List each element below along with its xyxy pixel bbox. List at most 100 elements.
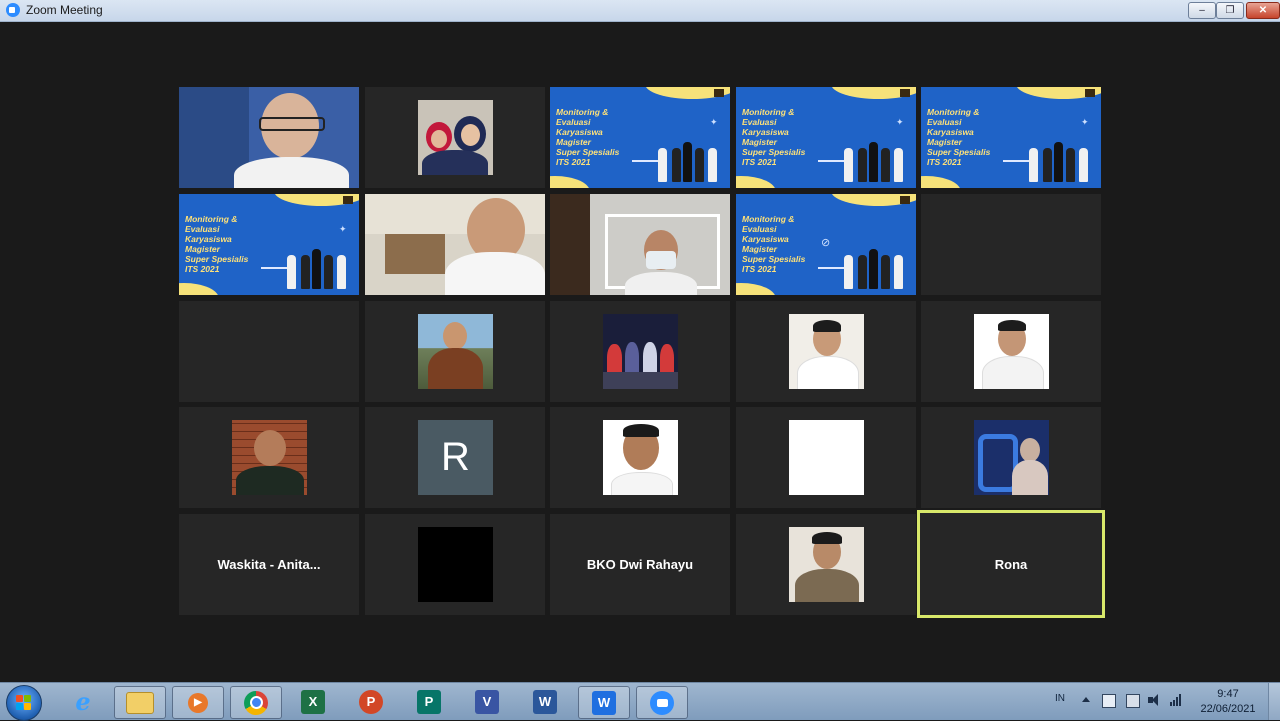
person-hair: [812, 532, 842, 544]
person-body: [660, 344, 674, 374]
wps-button[interactable]: W: [578, 686, 630, 719]
media-player-button[interactable]: ▶: [172, 686, 224, 719]
close-button[interactable]: ✕: [1246, 2, 1280, 19]
figure: [658, 148, 667, 182]
person-body: [797, 356, 859, 389]
slide-logo: [900, 89, 910, 97]
video-tile[interactable]: [550, 194, 730, 295]
participant-body: [625, 272, 697, 295]
participant-tile[interactable]: [736, 407, 916, 508]
excel-button[interactable]: X: [288, 686, 338, 717]
presentation-tile[interactable]: Monitoring & Evaluasi Karyasiswa Magiste…: [179, 194, 359, 295]
participant-tile[interactable]: Waskita - Anita...: [179, 514, 359, 615]
zoom-button[interactable]: [636, 686, 688, 719]
internet-explorer-icon: e: [75, 687, 91, 716]
system-clock[interactable]: 9:47 22/06/2021: [1196, 687, 1260, 717]
publisher-button[interactable]: P: [404, 686, 454, 717]
person-body: [422, 150, 488, 175]
chrome-icon: [244, 690, 268, 715]
word-button[interactable]: W: [520, 686, 570, 717]
participant-name: Rona: [994, 556, 1028, 572]
figure: [858, 255, 867, 289]
file-explorer-icon: [126, 691, 154, 714]
figure: [869, 249, 878, 289]
presentation-tile[interactable]: Monitoring & Evaluasi Karyasiswa Magiste…: [736, 87, 916, 188]
participant-tile[interactable]: [921, 301, 1101, 402]
sparkle-icon: ✦: [896, 117, 904, 127]
profile-photo: [603, 420, 678, 495]
figure: [881, 255, 890, 289]
maximize-button[interactable]: ❐: [1216, 2, 1244, 19]
slide-logo: [900, 196, 910, 204]
profile-photo: [418, 100, 493, 175]
figure: [894, 148, 903, 182]
slide-thumbnail: Monitoring & Evaluasi Karyasiswa Magiste…: [550, 87, 730, 188]
participant-tile[interactable]: [365, 301, 545, 402]
person-hair: [813, 320, 841, 332]
show-desktop-button[interactable]: [1268, 683, 1280, 720]
presentation-tile[interactable]: Monitoring & Evaluasi Karyasiswa Magiste…: [921, 87, 1101, 188]
person-body: [236, 466, 304, 495]
person-face: [431, 130, 447, 148]
figure: [844, 148, 853, 182]
action-center-icon[interactable]: [1102, 694, 1116, 708]
figure: [1066, 148, 1075, 182]
participant-tile[interactable]: [365, 87, 545, 188]
person-body: [611, 472, 673, 495]
profile-photo: [418, 314, 493, 389]
presentation-tile[interactable]: Monitoring & Evaluasi Karyasiswa Magiste…: [736, 194, 916, 295]
participant-tile[interactable]: [736, 301, 916, 402]
glasses: [259, 117, 325, 131]
signal-icon[interactable]: [1170, 694, 1182, 706]
taskbar: e ▶ X P P V W W IN 9:47 22/06/2021: [0, 682, 1280, 721]
person-body: [428, 348, 483, 389]
window-title-bar[interactable]: Zoom Meeting – ❐ ✕: [0, 0, 1280, 22]
show-hidden-icons[interactable]: [1082, 697, 1090, 702]
excel-icon: X: [301, 689, 325, 714]
camera-off-icon: ⊘: [821, 237, 831, 249]
visio-button[interactable]: V: [462, 686, 512, 717]
presentation-tile[interactable]: Monitoring & Evaluasi Karyasiswa Magiste…: [550, 87, 730, 188]
minimize-button[interactable]: –: [1188, 2, 1216, 19]
participant-tile[interactable]: [921, 407, 1101, 508]
participant-tile[interactable]: [179, 407, 359, 508]
participant-tile[interactable]: [179, 301, 359, 402]
participant-tile[interactable]: [550, 407, 730, 508]
participant-tile[interactable]: [365, 514, 545, 615]
participant-tile[interactable]: R: [365, 407, 545, 508]
slide-title: Monitoring & Evaluasi Karyasiswa Magiste…: [742, 214, 806, 274]
figure: [672, 148, 681, 182]
gallery-view: Monitoring & Evaluasi Karyasiswa Magiste…: [0, 22, 1280, 682]
language-indicator[interactable]: IN: [1055, 693, 1065, 704]
network-icon[interactable]: [1126, 694, 1140, 708]
slide-title: Monitoring & Evaluasi Karyasiswa Magiste…: [556, 107, 620, 167]
video-tile[interactable]: [365, 194, 545, 295]
powerpoint-button[interactable]: P: [346, 686, 396, 717]
powerpoint-icon: P: [359, 689, 383, 714]
participant-tile[interactable]: BKO Dwi Rahayu: [550, 514, 730, 615]
ground: [603, 372, 678, 389]
figure: [695, 148, 704, 182]
video-tile[interactable]: [179, 87, 359, 188]
file-explorer-button[interactable]: [114, 686, 166, 719]
participant-tile[interactable]: [736, 514, 916, 615]
figure: [301, 255, 310, 289]
profile-photo: [232, 420, 307, 495]
person-hair: [998, 320, 1026, 331]
sparkle-icon: ✦: [710, 117, 718, 127]
wps-icon: W: [592, 690, 616, 715]
chrome-button[interactable]: [230, 686, 282, 719]
participant-body: [234, 157, 349, 188]
person-body: [1012, 460, 1048, 495]
clock-date: 22/06/2021: [1200, 703, 1256, 715]
figure: [1079, 148, 1088, 182]
participant-tile[interactable]: [550, 301, 730, 402]
office-desk: [385, 234, 445, 274]
active-speaker-tile[interactable]: Rona: [917, 510, 1105, 618]
start-button[interactable]: [6, 685, 42, 721]
slide-thumbnail: Monitoring & Evaluasi Karyasiswa Magiste…: [921, 87, 1101, 188]
slide-thumbnail: Monitoring & Evaluasi Karyasiswa Magiste…: [179, 194, 359, 295]
zoom-icon: [650, 690, 674, 715]
internet-explorer-button[interactable]: e: [58, 686, 108, 717]
volume-icon[interactable]: [1148, 694, 1160, 706]
